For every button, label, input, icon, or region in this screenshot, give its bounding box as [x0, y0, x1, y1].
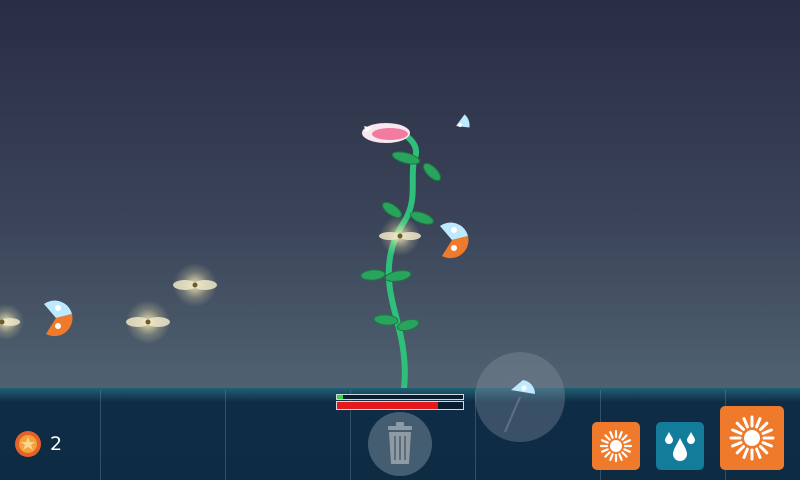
leaf: [360, 269, 386, 281]
health-bar: [336, 401, 464, 410]
plant-status-bars: [336, 394, 464, 410]
sun-small-button[interactable]: [592, 422, 640, 470]
flower-bud: [362, 123, 410, 143]
score-value: 2: [50, 433, 63, 455]
firefly[interactable]: [379, 216, 421, 256]
firefly[interactable]: [173, 263, 217, 307]
growth-bar: [336, 394, 464, 400]
growth-bar-fill: [337, 395, 344, 399]
plant-stem: [385, 131, 420, 391]
seed-pod-icon: [504, 380, 536, 433]
trash-button[interactable]: [368, 412, 432, 476]
score-counter: 2: [14, 430, 62, 458]
sun-big-button[interactable]: [720, 406, 784, 470]
health-bar-fill: [337, 402, 438, 409]
water-drops-icon: [665, 432, 695, 461]
trash-can-icon: [388, 422, 412, 464]
seed-pod[interactable]: [44, 300, 73, 337]
leaf: [422, 162, 442, 182]
firefly[interactable]: [0, 304, 24, 340]
aim-joystick[interactable]: [475, 352, 565, 442]
sun-icon: [599, 429, 633, 463]
water-button[interactable]: [656, 422, 704, 470]
seed-pod[interactable]: [440, 222, 469, 259]
seed-pod[interactable]: [453, 114, 471, 132]
fire-orb-icon: [15, 431, 41, 457]
lane-divider: [225, 390, 226, 480]
lane-divider: [100, 390, 101, 480]
sun-icon: [729, 415, 775, 461]
firefly[interactable]: [126, 300, 170, 344]
